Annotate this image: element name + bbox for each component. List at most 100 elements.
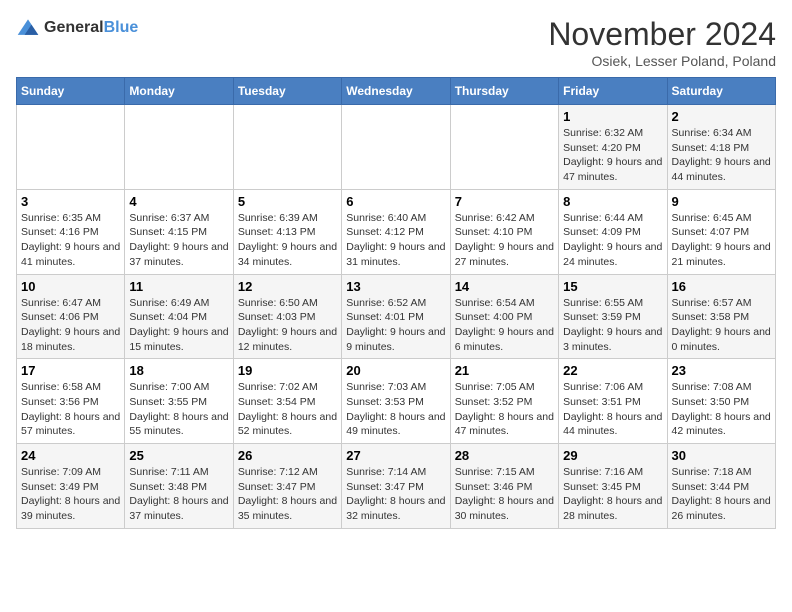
day-info: Sunrise: 7:03 AM Sunset: 3:53 PM Dayligh… xyxy=(346,380,445,439)
calendar-cell: 4Sunrise: 6:37 AM Sunset: 4:15 PM Daylig… xyxy=(125,189,233,274)
day-info: Sunrise: 6:58 AM Sunset: 3:56 PM Dayligh… xyxy=(21,380,120,439)
day-info: Sunrise: 6:47 AM Sunset: 4:06 PM Dayligh… xyxy=(21,296,120,355)
calendar-cell: 26Sunrise: 7:12 AM Sunset: 3:47 PM Dayli… xyxy=(233,444,341,529)
calendar-cell xyxy=(17,105,125,190)
calendar-week-row: 17 Sunrise: 6:58 AM Sunset: 3:56 PM Dayli… xyxy=(17,359,776,444)
header-wednesday: Wednesday xyxy=(342,78,450,105)
calendar-cell: 13 Sunrise: 6:52 AM Sunset: 4:01 PM Dayli… xyxy=(342,274,450,359)
day-number: 16 xyxy=(672,279,771,294)
day-info: Sunrise: 7:00 AM Sunset: 3:55 PM Dayligh… xyxy=(129,380,228,439)
day-info: Sunrise: 6:37 AM Sunset: 4:15 PM Dayligh… xyxy=(129,211,228,270)
logo: GeneralBlue xyxy=(16,16,138,40)
calendar-cell xyxy=(342,105,450,190)
day-number: 20 xyxy=(346,363,445,378)
logo-text-general: General xyxy=(44,19,104,36)
calendar-cell: 18 Sunrise: 7:00 AM Sunset: 3:55 PM Dayli… xyxy=(125,359,233,444)
calendar-cell xyxy=(233,105,341,190)
day-number: 22 xyxy=(563,363,662,378)
page-header: GeneralBlue November 2024 Osiek, Lesser … xyxy=(16,16,776,69)
calendar-cell: 20 Sunrise: 7:03 AM Sunset: 3:53 PM Dayli… xyxy=(342,359,450,444)
calendar-cell: 22 Sunrise: 7:06 AM Sunset: 3:51 PM Dayli… xyxy=(559,359,667,444)
day-info: Sunrise: 7:02 AM Sunset: 3:54 PM Dayligh… xyxy=(238,380,337,439)
calendar-cell: 19Sunrise: 7:02 AM Sunset: 3:54 PM Dayli… xyxy=(233,359,341,444)
header-tuesday: Tuesday xyxy=(233,78,341,105)
day-info: Sunrise: 6:34 AM Sunset: 4:18 PM Dayligh… xyxy=(672,126,771,185)
calendar-cell: 9Sunrise: 6:45 AM Sunset: 4:07 PM Daylig… xyxy=(667,189,775,274)
calendar-cell: 2 Sunrise: 6:34 AM Sunset: 4:18 PM Daylig… xyxy=(667,105,775,190)
day-number: 10 xyxy=(21,279,120,294)
day-info: Sunrise: 7:06 AM Sunset: 3:51 PM Dayligh… xyxy=(563,380,662,439)
calendar-cell: 3 Sunrise: 6:35 AM Sunset: 4:16 PM Daylig… xyxy=(17,189,125,274)
day-number: 1 xyxy=(563,109,662,124)
day-info: Sunrise: 6:54 AM Sunset: 4:00 PM Dayligh… xyxy=(455,296,554,355)
header-saturday: Saturday xyxy=(667,78,775,105)
logo-text-blue: Blue xyxy=(104,19,139,36)
calendar-week-row: 3 Sunrise: 6:35 AM Sunset: 4:16 PM Daylig… xyxy=(17,189,776,274)
calendar-cell: 6 Sunrise: 6:40 AM Sunset: 4:12 PM Daylig… xyxy=(342,189,450,274)
day-info: Sunrise: 7:15 AM Sunset: 3:46 PM Dayligh… xyxy=(455,465,554,524)
calendar-cell: 12 Sunrise: 6:50 AM Sunset: 4:03 PM Dayli… xyxy=(233,274,341,359)
day-info: Sunrise: 7:11 AM Sunset: 3:48 PM Dayligh… xyxy=(129,465,228,524)
day-info: Sunrise: 6:35 AM Sunset: 4:16 PM Dayligh… xyxy=(21,211,120,270)
day-number: 15 xyxy=(563,279,662,294)
day-number: 29 xyxy=(563,448,662,463)
title-block: November 2024 Osiek, Lesser Poland, Pola… xyxy=(548,16,776,69)
day-number: 9 xyxy=(672,194,771,209)
day-number: 17 xyxy=(21,363,120,378)
calendar-cell: 27 Sunrise: 7:14 AM Sunset: 3:47 PM Dayli… xyxy=(342,444,450,529)
day-info: Sunrise: 6:42 AM Sunset: 4:10 PM Dayligh… xyxy=(455,211,554,270)
calendar-week-row: 1 Sunrise: 6:32 AM Sunset: 4:20 PM Daylig… xyxy=(17,105,776,190)
day-info: Sunrise: 7:18 AM Sunset: 3:44 PM Dayligh… xyxy=(672,465,771,524)
day-number: 6 xyxy=(346,194,445,209)
day-info: Sunrise: 7:16 AM Sunset: 3:45 PM Dayligh… xyxy=(563,465,662,524)
day-number: 8 xyxy=(563,194,662,209)
header-sunday: Sunday xyxy=(17,78,125,105)
day-number: 23 xyxy=(672,363,771,378)
calendar-cell: 8Sunrise: 6:44 AM Sunset: 4:09 PM Daylig… xyxy=(559,189,667,274)
calendar-cell: 28 Sunrise: 7:15 AM Sunset: 3:46 PM Dayli… xyxy=(450,444,558,529)
header-friday: Friday xyxy=(559,78,667,105)
day-number: 28 xyxy=(455,448,554,463)
calendar-week-row: 24Sunrise: 7:09 AM Sunset: 3:49 PM Dayli… xyxy=(17,444,776,529)
day-number: 25 xyxy=(129,448,228,463)
calendar-cell: 1 Sunrise: 6:32 AM Sunset: 4:20 PM Daylig… xyxy=(559,105,667,190)
day-info: Sunrise: 6:49 AM Sunset: 4:04 PM Dayligh… xyxy=(129,296,228,355)
day-info: Sunrise: 6:39 AM Sunset: 4:13 PM Dayligh… xyxy=(238,211,337,270)
logo-icon xyxy=(16,16,40,40)
calendar-cell: 7 Sunrise: 6:42 AM Sunset: 4:10 PM Daylig… xyxy=(450,189,558,274)
day-number: 21 xyxy=(455,363,554,378)
day-number: 5 xyxy=(238,194,337,209)
location: Osiek, Lesser Poland, Poland xyxy=(548,53,776,69)
day-info: Sunrise: 6:32 AM Sunset: 4:20 PM Dayligh… xyxy=(563,126,662,185)
day-number: 7 xyxy=(455,194,554,209)
day-info: Sunrise: 7:09 AM Sunset: 3:49 PM Dayligh… xyxy=(21,465,120,524)
day-info: Sunrise: 7:14 AM Sunset: 3:47 PM Dayligh… xyxy=(346,465,445,524)
day-number: 27 xyxy=(346,448,445,463)
calendar-cell: 24Sunrise: 7:09 AM Sunset: 3:49 PM Dayli… xyxy=(17,444,125,529)
day-info: Sunrise: 6:50 AM Sunset: 4:03 PM Dayligh… xyxy=(238,296,337,355)
day-number: 30 xyxy=(672,448,771,463)
calendar-cell: 10 Sunrise: 6:47 AM Sunset: 4:06 PM Dayli… xyxy=(17,274,125,359)
day-number: 3 xyxy=(21,194,120,209)
calendar-cell: 14Sunrise: 6:54 AM Sunset: 4:00 PM Dayli… xyxy=(450,274,558,359)
calendar-cell: 5 Sunrise: 6:39 AM Sunset: 4:13 PM Daylig… xyxy=(233,189,341,274)
day-info: Sunrise: 6:40 AM Sunset: 4:12 PM Dayligh… xyxy=(346,211,445,270)
calendar-week-row: 10 Sunrise: 6:47 AM Sunset: 4:06 PM Dayli… xyxy=(17,274,776,359)
calendar-table: SundayMondayTuesdayWednesdayThursdayFrid… xyxy=(16,77,776,529)
calendar-cell: 23Sunrise: 7:08 AM Sunset: 3:50 PM Dayli… xyxy=(667,359,775,444)
month-title: November 2024 xyxy=(548,16,776,53)
day-info: Sunrise: 7:12 AM Sunset: 3:47 PM Dayligh… xyxy=(238,465,337,524)
calendar-cell: 30 Sunrise: 7:18 AM Sunset: 3:44 PM Dayli… xyxy=(667,444,775,529)
calendar-header-row: SundayMondayTuesdayWednesdayThursdayFrid… xyxy=(17,78,776,105)
day-info: Sunrise: 6:52 AM Sunset: 4:01 PM Dayligh… xyxy=(346,296,445,355)
calendar-cell: 15Sunrise: 6:55 AM Sunset: 3:59 PM Dayli… xyxy=(559,274,667,359)
header-monday: Monday xyxy=(125,78,233,105)
calendar-cell: 29 Sunrise: 7:16 AM Sunset: 3:45 PM Dayli… xyxy=(559,444,667,529)
day-number: 2 xyxy=(672,109,771,124)
day-number: 12 xyxy=(238,279,337,294)
day-info: Sunrise: 7:05 AM Sunset: 3:52 PM Dayligh… xyxy=(455,380,554,439)
calendar-cell: 11Sunrise: 6:49 AM Sunset: 4:04 PM Dayli… xyxy=(125,274,233,359)
day-number: 13 xyxy=(346,279,445,294)
calendar-cell: 21 Sunrise: 7:05 AM Sunset: 3:52 PM Dayli… xyxy=(450,359,558,444)
day-number: 18 xyxy=(129,363,228,378)
